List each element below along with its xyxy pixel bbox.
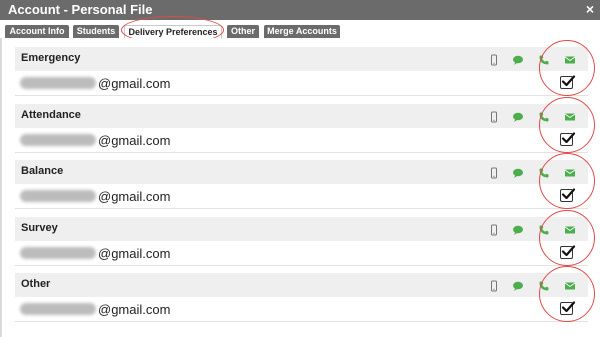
mobile-phone-icon[interactable] <box>488 110 500 123</box>
email-checkbox[interactable] <box>560 301 576 315</box>
preference-section-emergency: Emergency @gmail.com <box>15 40 595 96</box>
section-email-row: @gmail.com <box>15 184 588 209</box>
chat-bubble-icon[interactable] <box>512 110 524 122</box>
email-address: @gmail.com <box>98 302 171 317</box>
redacted-email-user <box>20 247 96 259</box>
preference-section-survey: Survey @gmail.com <box>15 210 595 266</box>
chat-bubble-icon[interactable] <box>512 53 524 65</box>
section-header: Balance <box>15 160 588 184</box>
envelope-icon[interactable] <box>564 279 576 291</box>
section-header: Attendance <box>15 104 588 128</box>
mobile-phone-icon[interactable] <box>488 223 500 236</box>
section-header: Other <box>15 273 588 297</box>
section-header: Emergency <box>15 47 588 71</box>
mobile-phone-icon[interactable] <box>488 53 500 66</box>
tab-merge-accounts[interactable]: Merge Accounts <box>264 25 340 38</box>
envelope-icon[interactable] <box>564 53 576 65</box>
section-label: Survey <box>21 222 58 234</box>
envelope-icon[interactable] <box>564 110 576 122</box>
email-checkbox[interactable] <box>560 245 576 259</box>
tab-students[interactable]: Students <box>73 25 119 38</box>
section-label: Other <box>21 278 51 290</box>
redacted-email-user <box>20 77 96 89</box>
section-email-row: @gmail.com <box>15 297 588 322</box>
envelope-icon[interactable] <box>564 223 576 235</box>
envelope-icon[interactable] <box>564 166 576 178</box>
email-address: @gmail.com <box>98 189 171 204</box>
window-title-bar: Account - Personal File × <box>0 0 600 20</box>
email-checkbox[interactable] <box>560 132 576 146</box>
redacted-email-user <box>20 190 96 202</box>
phone-icon[interactable] <box>538 223 550 235</box>
mobile-phone-icon[interactable] <box>488 166 500 179</box>
phone-icon[interactable] <box>538 279 550 291</box>
email-address: @gmail.com <box>98 246 171 261</box>
section-email-row: @gmail.com <box>15 71 588 96</box>
panel-edge <box>0 38 2 337</box>
email-address: @gmail.com <box>98 133 171 148</box>
section-label: Emergency <box>21 52 81 64</box>
preference-section-balance: Balance @gmail.com <box>15 153 595 209</box>
redacted-email-user <box>20 303 96 315</box>
preference-section-attendance: Attendance @gmail.com <box>15 97 595 153</box>
chat-bubble-icon[interactable] <box>512 166 524 178</box>
mobile-phone-icon[interactable] <box>488 279 500 292</box>
chat-bubble-icon[interactable] <box>512 223 524 235</box>
section-label: Attendance <box>21 109 81 121</box>
preference-section-other: Other @gmail.com <box>15 266 595 322</box>
phone-icon[interactable] <box>538 166 550 178</box>
section-header: Survey <box>15 217 588 241</box>
phone-icon[interactable] <box>538 110 550 122</box>
tab-delivery-preferences[interactable]: Delivery Preferences <box>124 25 222 38</box>
tab-bar: Account Info Students Delivery Preferenc… <box>0 20 600 38</box>
chat-bubble-icon[interactable] <box>512 279 524 291</box>
email-checkbox[interactable] <box>560 75 576 89</box>
email-address: @gmail.com <box>98 76 171 91</box>
window-title: Account - Personal File <box>8 2 153 17</box>
section-label: Balance <box>21 165 64 177</box>
tab-account-info[interactable]: Account Info <box>5 25 69 38</box>
email-checkbox[interactable] <box>560 188 576 202</box>
redacted-email-user <box>20 134 96 146</box>
section-email-row: @gmail.com <box>15 241 588 266</box>
close-icon[interactable]: × <box>586 1 594 17</box>
section-email-row: @gmail.com <box>15 128 588 153</box>
phone-icon[interactable] <box>538 53 550 65</box>
tab-other[interactable]: Other <box>227 25 259 38</box>
